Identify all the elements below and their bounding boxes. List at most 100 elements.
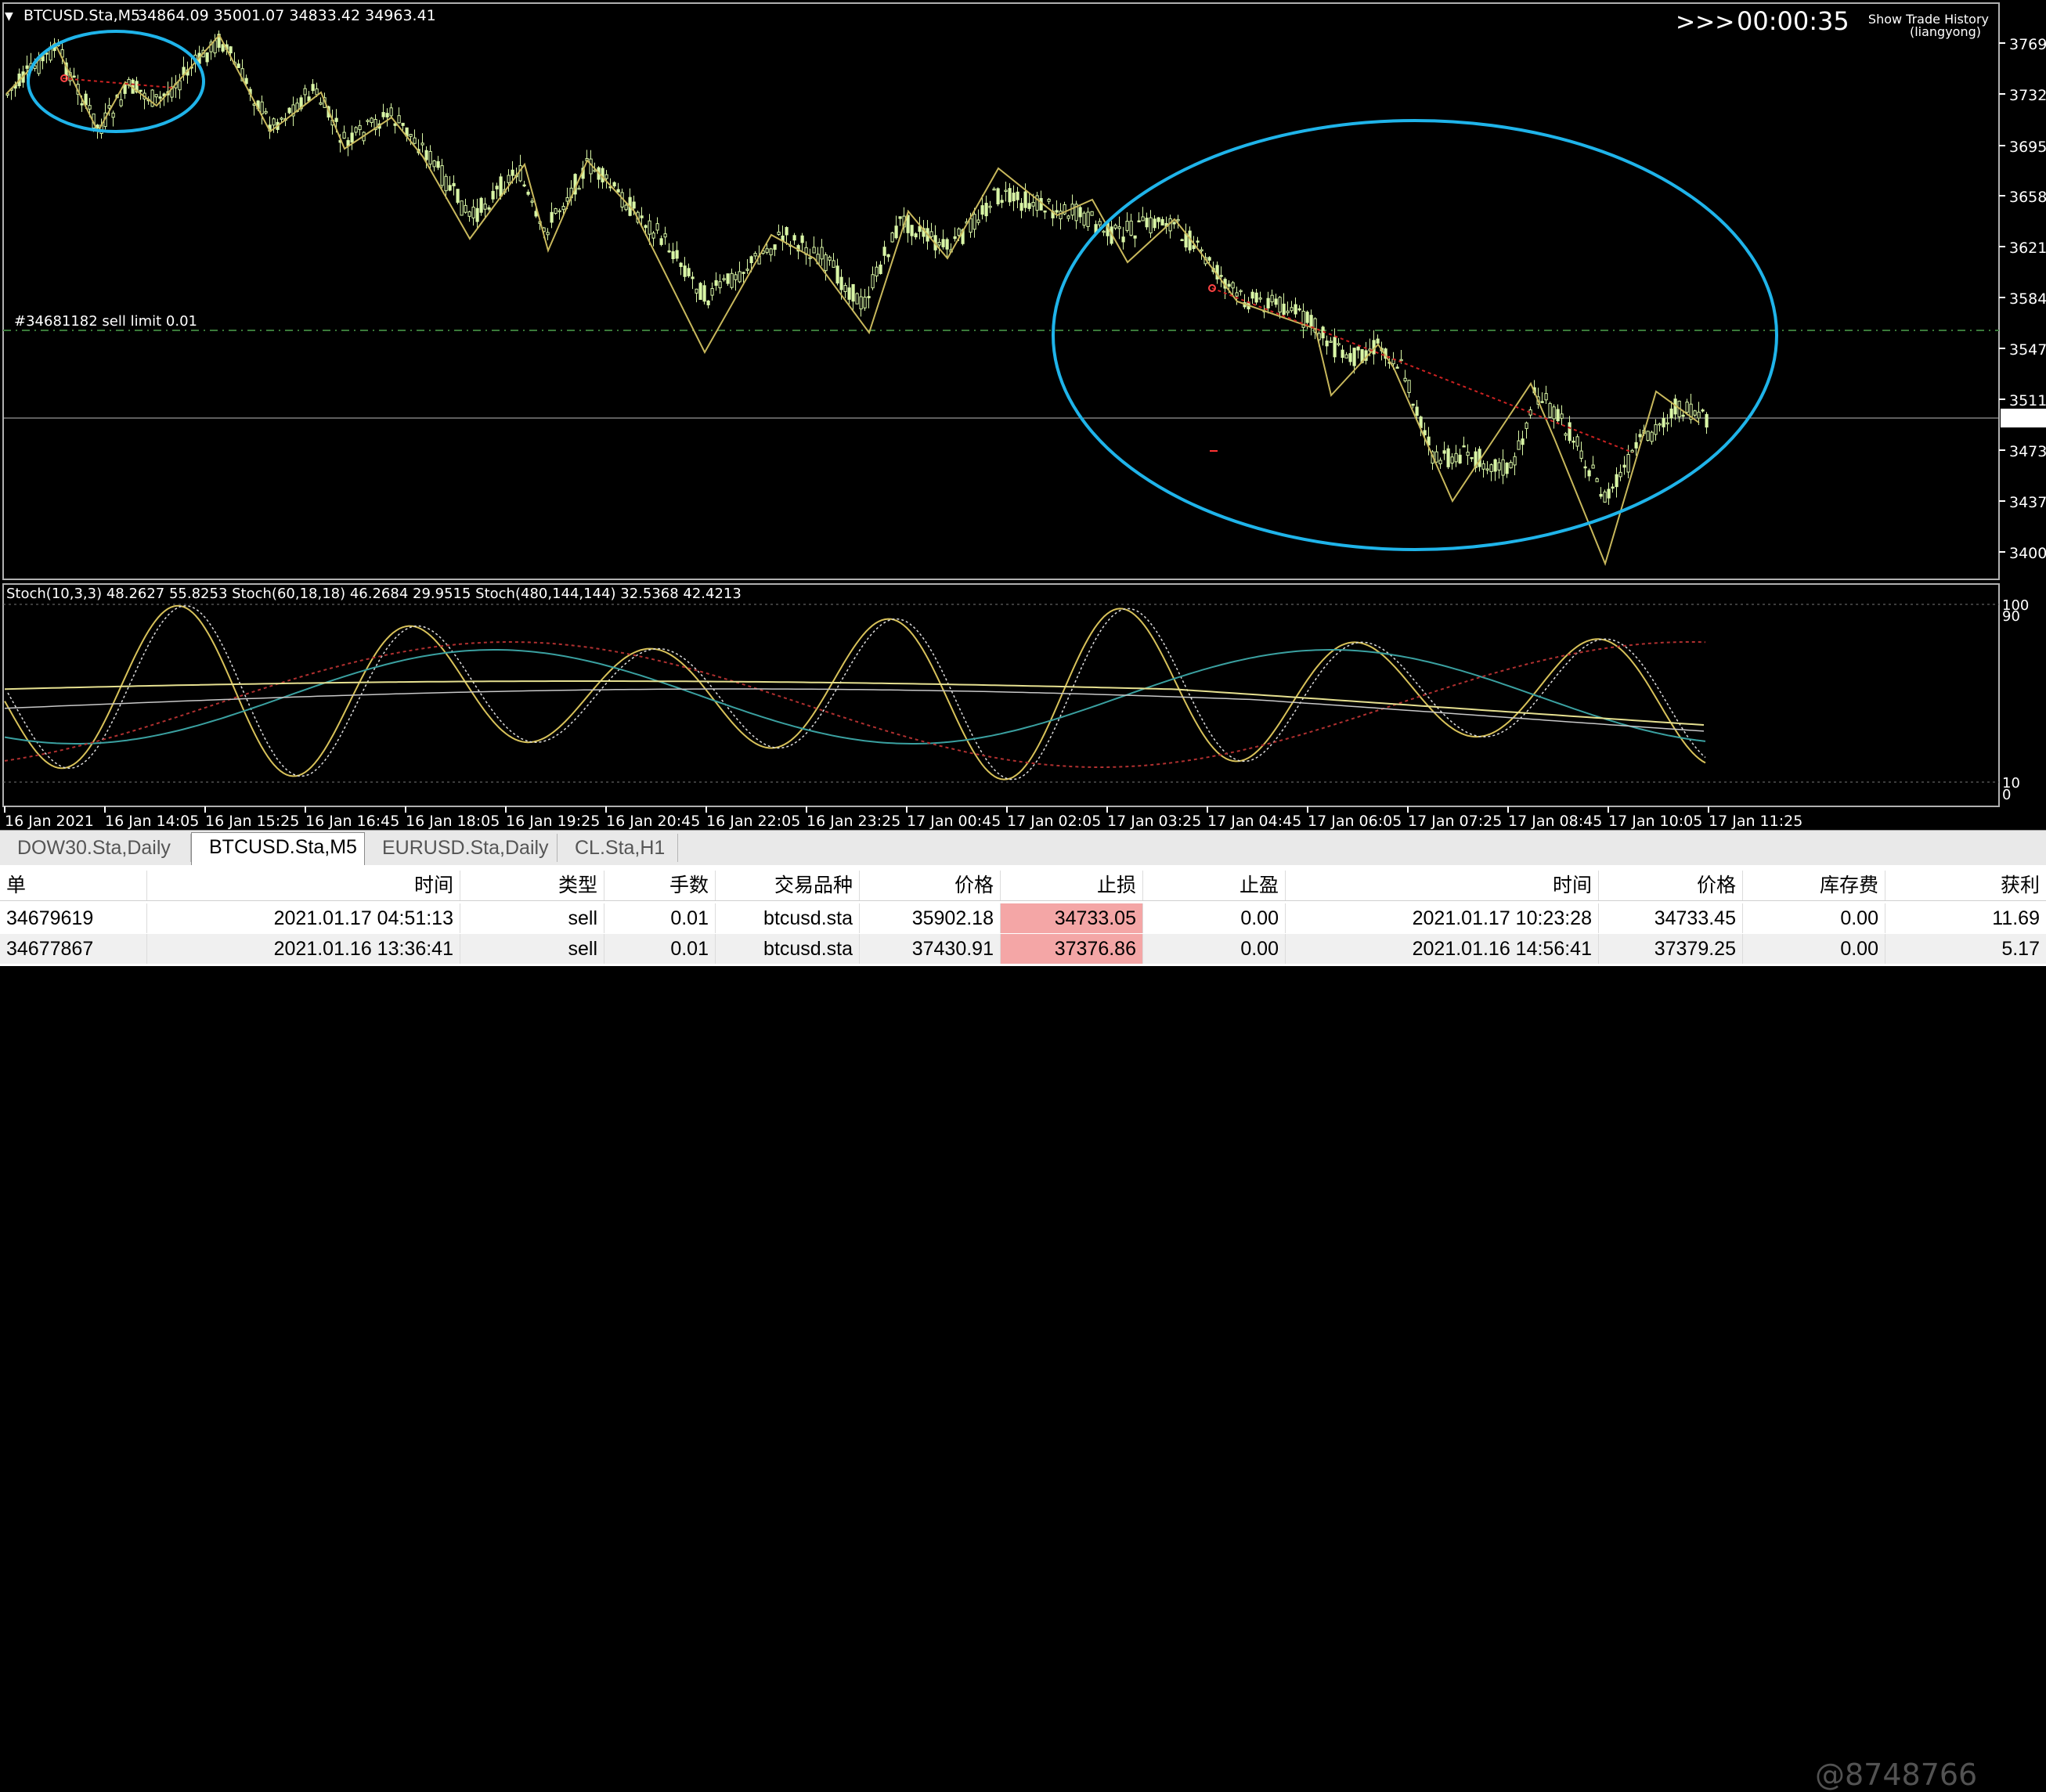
plugin-user: (liangyong)	[1910, 24, 1981, 39]
candle-body	[1274, 298, 1278, 305]
candle-body	[1560, 413, 1564, 419]
candle-body	[264, 110, 268, 114]
candle-body	[1701, 409, 1705, 412]
price-tick-label: 36952	[2009, 139, 2046, 156]
candle-body	[890, 232, 894, 243]
chart-symbol-title: BTCUSD.Sta,M5	[23, 7, 140, 24]
col-close-time[interactable]: 时间	[1286, 871, 1599, 900]
symbol: btcusd.sta	[716, 934, 860, 964]
candle-body	[1294, 304, 1297, 315]
profit: 11.69	[1992, 907, 2040, 929]
order-type: sell	[460, 934, 604, 964]
col-swap[interactable]: 库存费	[1743, 871, 1885, 900]
candle-body	[385, 113, 389, 117]
candle-body	[244, 78, 248, 85]
time-tick-label: 17 Jan 03:25	[1107, 813, 1201, 830]
candle-body	[1595, 478, 1599, 482]
candle-body	[1497, 462, 1501, 471]
candle-body	[663, 233, 667, 238]
candle-body	[777, 231, 781, 236]
candle-body	[1411, 403, 1415, 406]
candle-body	[843, 285, 847, 293]
candle-body	[1270, 294, 1274, 303]
candle-body	[1098, 221, 1102, 225]
candle-body	[632, 201, 636, 209]
tab-cl[interactable]: CL.Sta,H1	[558, 834, 678, 862]
candle-body	[1196, 240, 1200, 243]
price-tick-label: 34003	[2009, 545, 2046, 562]
time-tick-label: 17 Jan 11:25	[1709, 813, 1802, 830]
open-price: 37430.91	[860, 934, 1001, 964]
price-tick-label: 37692	[2009, 36, 2046, 53]
price-chart[interactable]: 37692 37320 36952 36585 36212 35845 35478 35110…	[0, 0, 2046, 830]
col-order[interactable]: 单	[0, 871, 147, 900]
candle-body	[1117, 226, 1121, 229]
candle-body	[1493, 459, 1497, 472]
table-row[interactable]: 34679619 2021.01.17 04:51:13 sell 0.01 b…	[0, 903, 2046, 933]
take-profit: 0.00	[1143, 934, 1286, 964]
candle-body	[213, 40, 217, 54]
candle-body	[1681, 414, 1685, 417]
candle-body	[1290, 307, 1294, 312]
col-stop-loss[interactable]: 止损	[1001, 871, 1143, 900]
candle-body	[695, 288, 698, 294]
candle-body	[1611, 486, 1615, 489]
candle-body	[687, 268, 691, 276]
col-type[interactable]: 类型	[460, 871, 604, 900]
candle-body	[1658, 423, 1662, 426]
chart-window[interactable]: 37692 37320 36952 36585 36212 35845 35478 35110…	[0, 0, 2046, 830]
candle-body	[655, 223, 659, 231]
candle-body	[1501, 459, 1505, 476]
candle-body	[612, 182, 616, 187]
candle-body	[479, 197, 483, 213]
timer-arrows: >>>	[1676, 9, 1734, 36]
time-tick-label: 16 Jan 22:05	[706, 813, 800, 830]
tab-eurusd[interactable]: EURUSD.Sta,Daily	[365, 834, 558, 862]
candle-body	[397, 115, 401, 124]
col-close-price[interactable]: 价格	[1599, 871, 1743, 900]
candle-body	[1344, 354, 1348, 359]
tab-btcusd[interactable]: BTCUSD.Sta,M5	[191, 832, 365, 865]
candle-body	[730, 272, 734, 288]
candle-body	[879, 264, 882, 275]
candle-body	[413, 137, 417, 144]
candle-body	[287, 107, 291, 114]
candle-body	[1634, 442, 1638, 449]
candle-body	[511, 169, 514, 176]
candle-body	[139, 89, 143, 92]
table-row[interactable]: 34677867 2021.01.16 13:36:41 sell 0.01 b…	[0, 934, 2046, 964]
col-take-profit[interactable]: 止盈	[1143, 871, 1286, 900]
candle-body	[1489, 464, 1493, 472]
candle-body	[675, 250, 679, 259]
candle-body	[1176, 218, 1180, 222]
candle-body	[389, 107, 393, 117]
tab-dow30[interactable]: DOW30.Sta,Daily	[0, 834, 191, 862]
candle-body	[792, 235, 796, 241]
candle-body	[1521, 438, 1525, 445]
candle-body	[80, 103, 84, 106]
candle-body	[1626, 453, 1630, 473]
candle-body	[1564, 433, 1568, 436]
candle-body	[1650, 431, 1654, 442]
candle-body	[424, 150, 428, 160]
candle-body	[992, 188, 996, 191]
candle-body	[1086, 211, 1090, 228]
candle-body	[1160, 218, 1164, 226]
candle-body	[428, 150, 432, 165]
candle-body	[914, 233, 918, 238]
candle-body	[851, 283, 855, 302]
candle-body	[996, 188, 1000, 205]
price-tick-label: 35110	[2009, 392, 2046, 409]
col-lots[interactable]: 手数	[604, 871, 716, 900]
candle-body	[1599, 493, 1603, 497]
candle-body	[565, 197, 569, 202]
col-symbol[interactable]: 交易品种	[716, 871, 860, 900]
candle-body	[1129, 220, 1133, 236]
col-open-price[interactable]: 价格	[860, 871, 1001, 900]
profit: 5.17	[2001, 938, 2040, 960]
candle-body	[1207, 257, 1211, 261]
col-open-time[interactable]: 时间	[147, 871, 460, 900]
col-profit[interactable]: 获利	[1885, 871, 2046, 900]
candle-body	[507, 175, 511, 183]
candle-body	[25, 65, 29, 69]
